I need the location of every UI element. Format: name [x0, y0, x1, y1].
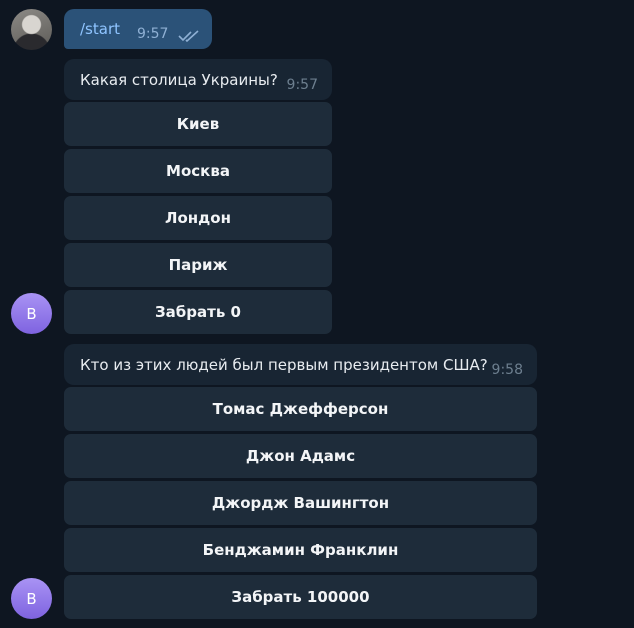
chat-history: /start 9:57 Какая столица Украины? 9:57 …	[0, 0, 634, 628]
answer-button[interactable]: Томас Джефферсон	[64, 387, 537, 431]
user-avatar[interactable]	[11, 9, 52, 50]
take-money-button[interactable]: Забрать 100000	[64, 575, 537, 619]
answer-button[interactable]: Бенджамин Франклин	[64, 528, 537, 572]
message-time: 9:57	[137, 26, 169, 42]
answer-button[interactable]: Париж	[64, 243, 332, 287]
message-text: Какая столица Украины?	[80, 71, 278, 89]
bot-avatar[interactable]: B	[11, 578, 52, 619]
message-text: /start	[80, 20, 120, 38]
answer-button[interactable]: Лондон	[64, 196, 332, 240]
answer-button[interactable]: Киев	[64, 102, 332, 146]
outgoing-message[interactable]: /start 9:57	[64, 9, 212, 49]
answer-button[interactable]: Джон Адамс	[64, 434, 537, 478]
answer-button[interactable]: Джордж Вашингтон	[64, 481, 537, 525]
bot-avatar[interactable]: B	[11, 293, 52, 334]
answer-button[interactable]: Москва	[64, 149, 332, 193]
bot-message[interactable]: Кто из этих людей был первым президентом…	[64, 344, 537, 385]
message-text: Кто из этих людей был первым президентом…	[80, 356, 488, 374]
message-time: 9:57	[286, 77, 318, 93]
bot-message[interactable]: Какая столица Украины? 9:57	[64, 59, 332, 100]
message-time: 9:58	[491, 362, 523, 378]
double-check-icon	[178, 27, 200, 46]
take-money-button[interactable]: Забрать 0	[64, 290, 332, 334]
